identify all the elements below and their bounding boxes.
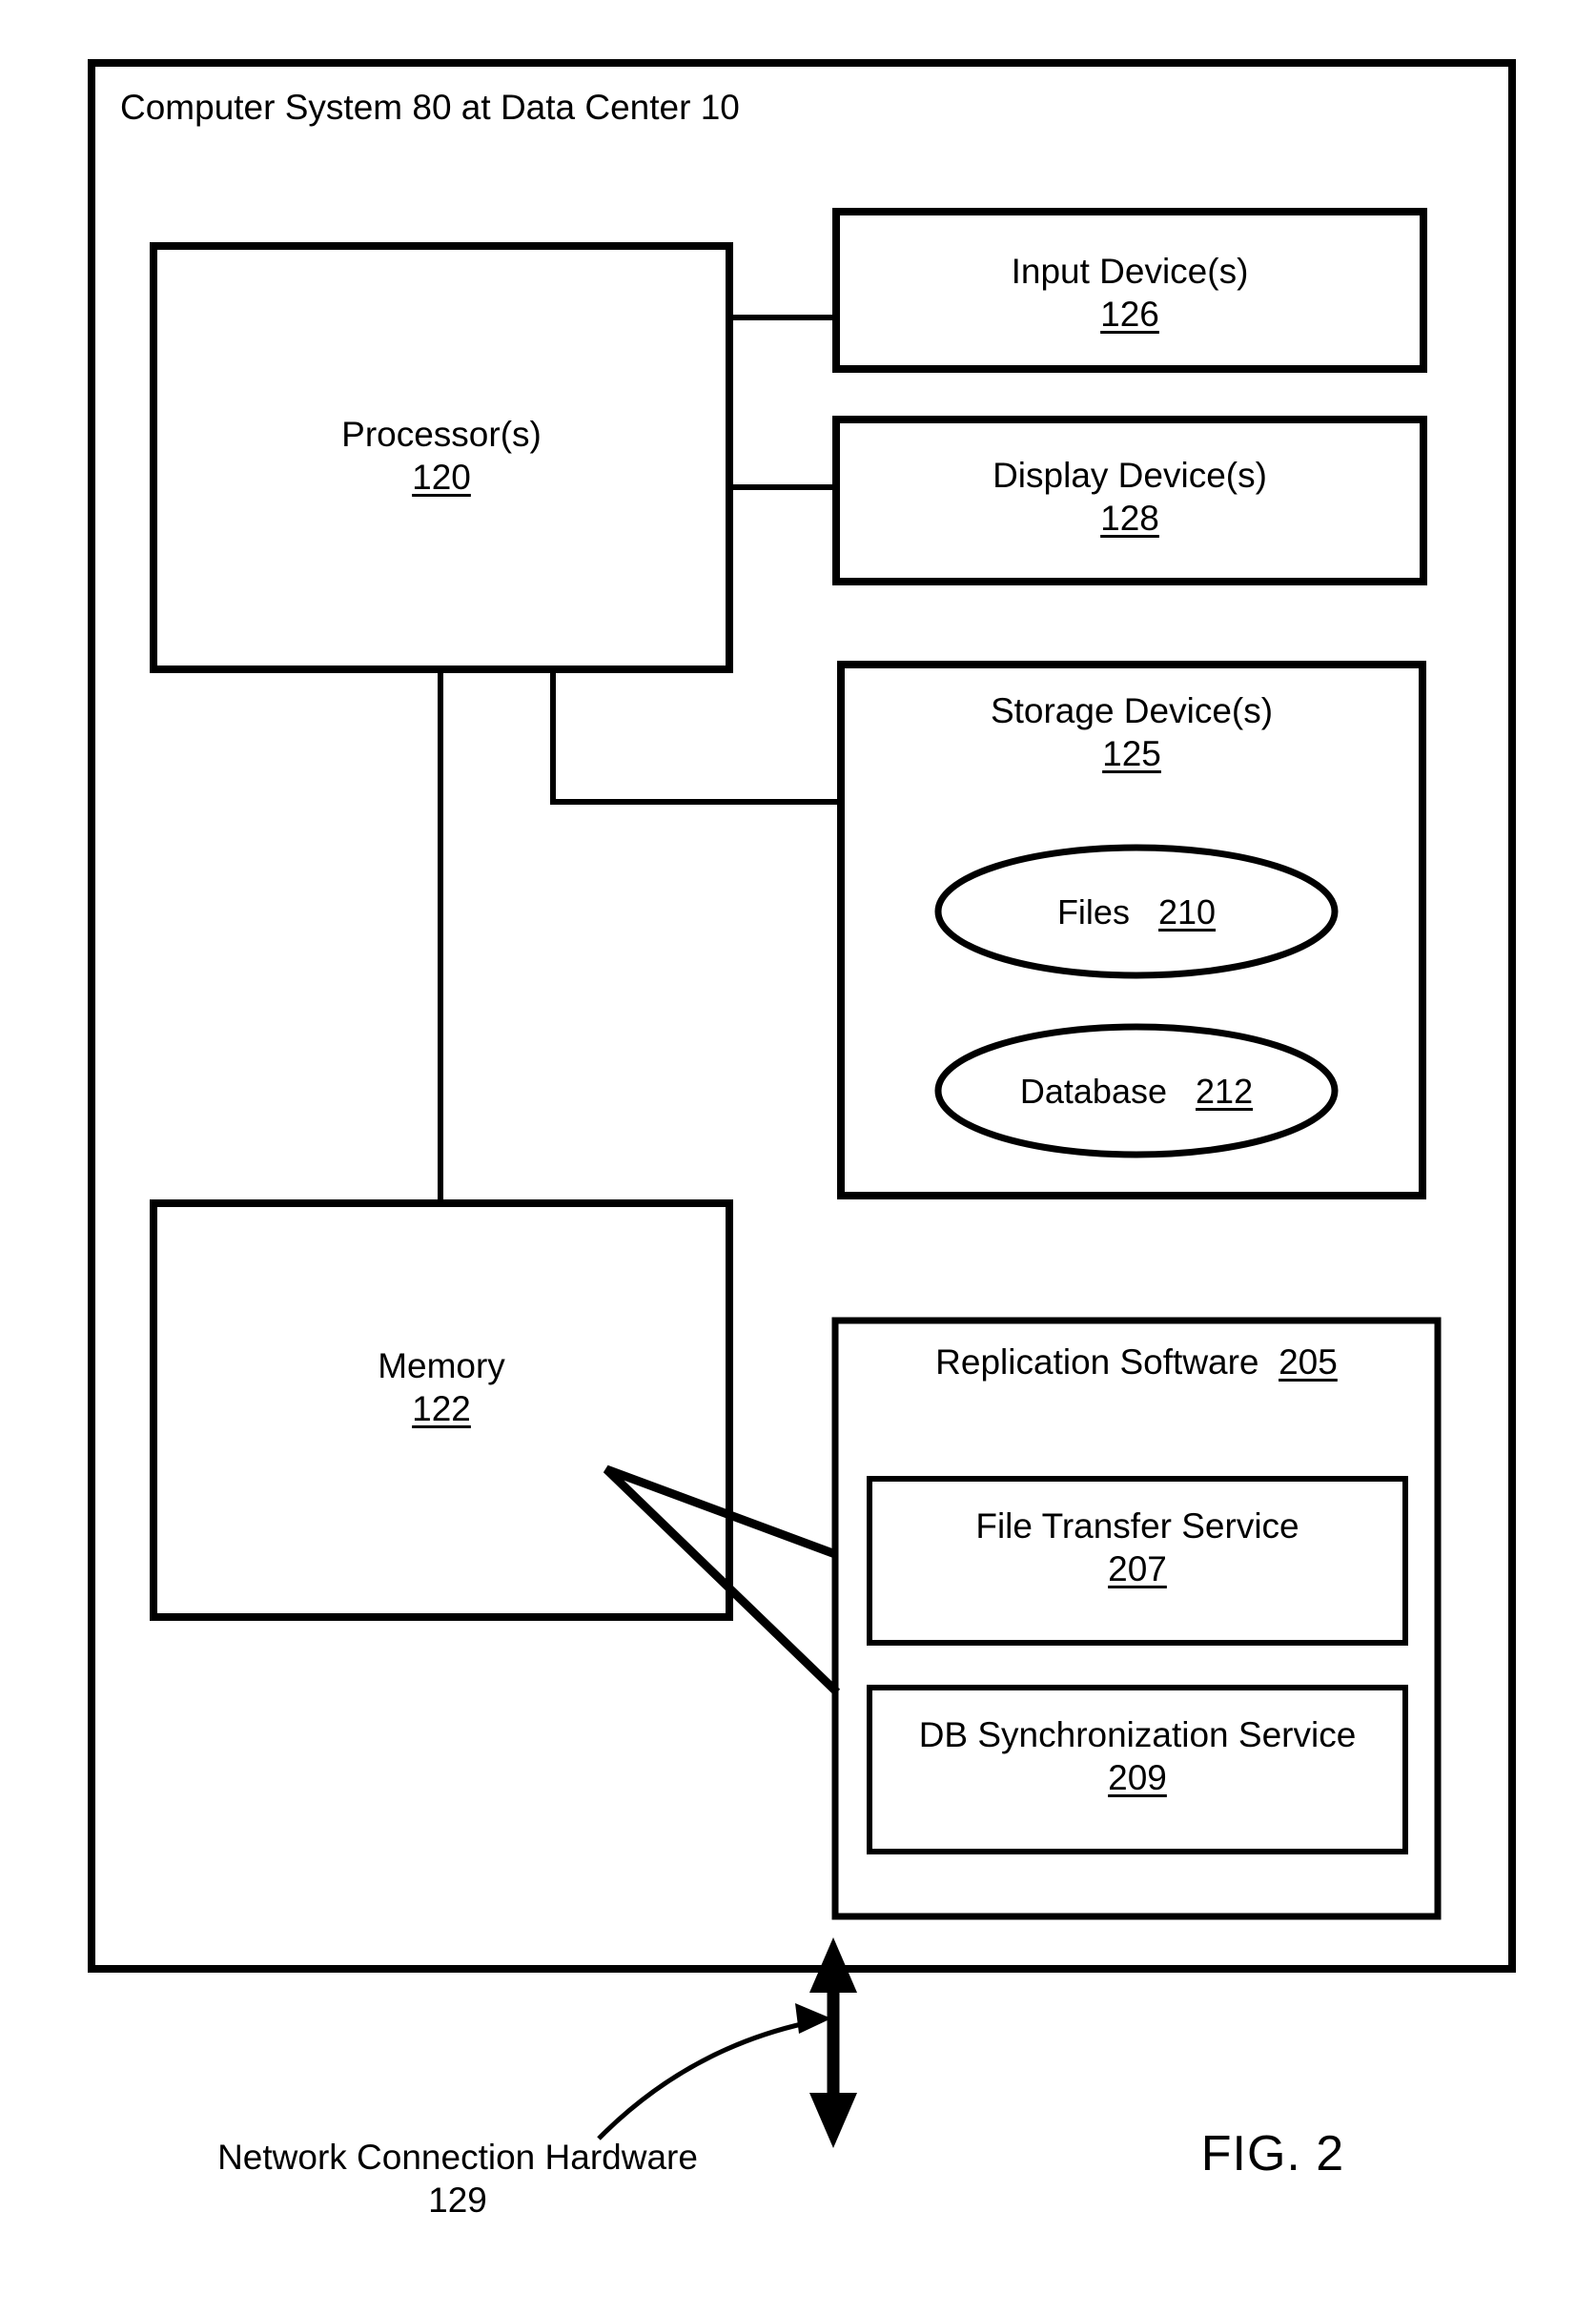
figure-caption: FIG. 2 (1115, 2124, 1430, 2184)
figure-caption-text: FIG. 2 (1200, 2126, 1345, 2181)
storage-devices-label: Storage Device(s) 125 (841, 689, 1422, 775)
processor-ref: 120 (412, 458, 471, 498)
processor-label-text: Processor(s) (341, 415, 542, 454)
processor-label: Processor(s) 120 (153, 413, 729, 499)
figure-2-diagram: Computer System 80 at Data Center 10 Pro… (0, 0, 1596, 2314)
memory-ref: 122 (412, 1389, 471, 1429)
display-devices-label-text: Display Device(s) (992, 456, 1267, 495)
database-label: Database 212 (938, 1071, 1335, 1113)
db-synchronization-service-ref: 209 (1108, 1758, 1167, 1798)
memory-label: Memory 122 (153, 1344, 729, 1430)
network-connection-hardware-ref: 129 (428, 2181, 487, 2221)
database-ref: 212 (1196, 1072, 1254, 1111)
files-label-text: Files (1056, 892, 1130, 932)
network-label-leader-line (597, 2003, 831, 2140)
network-connection-hardware-text: Network Connection Hardware (217, 2138, 698, 2177)
file-transfer-service-ref: 207 (1108, 1549, 1167, 1589)
file-transfer-service-label: File Transfer Service 207 (870, 1505, 1405, 1590)
replication-software-label-text: Replication Software (935, 1342, 1259, 1382)
file-transfer-service-label-text: File Transfer Service (975, 1506, 1299, 1546)
diagram-vector-layer (88, 59, 1516, 2148)
system-title-text: Computer System 80 at Data Center 10 (120, 88, 740, 127)
storage-devices-label-text: Storage Device(s) (990, 691, 1274, 730)
input-devices-label-text: Input Device(s) (1011, 252, 1249, 291)
db-synchronization-service-label: DB Synchronization Service 209 (870, 1713, 1405, 1799)
memory-label-text: Memory (378, 1346, 505, 1385)
system-title: Computer System 80 at Data Center 10 (120, 86, 978, 129)
files-ref: 210 (1157, 892, 1217, 932)
replication-software-label: Replication Software 205 (835, 1341, 1438, 1383)
database-label-text: Database (1019, 1072, 1167, 1111)
input-devices-label: Input Device(s) 126 (836, 250, 1423, 336)
connector-processor-to-storage-devices (550, 669, 841, 805)
replication-software-ref: 205 (1279, 1342, 1338, 1382)
input-devices-ref: 126 (1100, 295, 1159, 335)
db-synchronization-service-label-text: DB Synchronization Service (918, 1715, 1357, 1754)
network-connection-hardware-label: Network Connection Hardware 129 (153, 2136, 763, 2222)
display-devices-label: Display Device(s) 128 (836, 454, 1423, 540)
files-label: Files 210 (938, 891, 1335, 933)
storage-devices-ref: 125 (1102, 734, 1161, 774)
display-devices-ref: 128 (1100, 499, 1159, 539)
